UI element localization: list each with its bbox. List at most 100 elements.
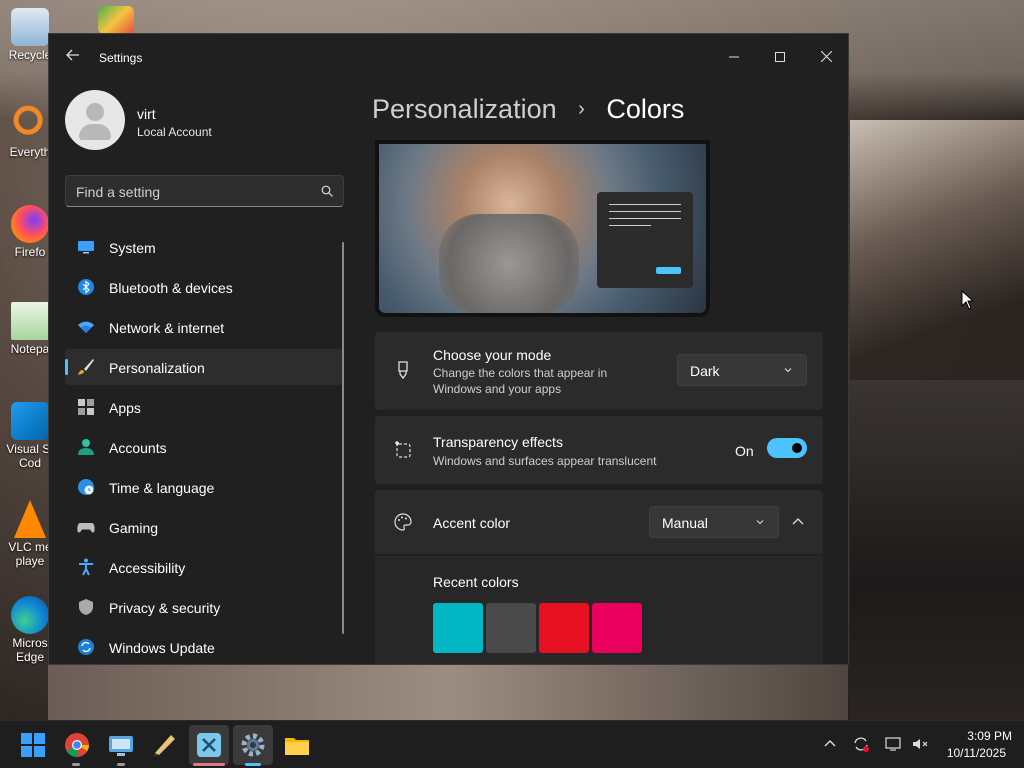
sidebar-item-label: Windows Update: [109, 640, 215, 656]
windows-start-icon[interactable]: [19, 731, 47, 759]
network-display-icon[interactable]: [884, 735, 902, 753]
accent-title: Accent color: [433, 515, 511, 531]
taskbar: 3:09 PM 10/11/2025: [0, 720, 1024, 768]
sidebar-item-label: Time & language: [109, 480, 215, 496]
back-button[interactable]: [63, 48, 83, 68]
apps-icon: [78, 399, 94, 415]
search-input[interactable]: [76, 182, 316, 202]
theme-preview: [375, 140, 710, 317]
sidebar-item-system[interactable]: System: [65, 229, 343, 265]
page-title: Colors: [606, 94, 685, 124]
close-button[interactable]: [803, 42, 848, 72]
desktop-icon-label: Everyth: [9, 145, 51, 159]
account-type: Local Account: [137, 125, 212, 139]
sidebar-item-accounts[interactable]: Accounts: [65, 429, 343, 465]
sidebar-item-label: Network & internet: [109, 320, 225, 336]
transparency-state-label: On: [735, 443, 754, 459]
volume-muted-icon[interactable]: [911, 735, 929, 753]
choose-mode-card: Choose your mode Change the colors that …: [375, 332, 823, 410]
mode-title: Choose your mode: [433, 347, 552, 363]
sidebar-item-label: Apps: [109, 400, 141, 416]
sidebar-item-apps[interactable]: Apps: [65, 389, 343, 425]
user-name: virt: [137, 106, 156, 122]
sidebar-item-label: Accessibility: [109, 560, 186, 576]
sidebar-item-label: Privacy & security: [109, 600, 221, 616]
clock-time[interactable]: 3:09 PM: [942, 729, 1012, 743]
mode-dropdown[interactable]: Dark: [677, 354, 807, 386]
edge-icon: [11, 596, 49, 634]
close-icon: [820, 50, 832, 63]
desktop-icon-label: Recycle: [8, 48, 52, 62]
transparency-toggle[interactable]: [767, 438, 807, 458]
app-icon[interactable]: [151, 731, 179, 759]
mode-dropdown-value: Dark: [690, 363, 720, 379]
update-icon: [78, 639, 94, 655]
sidebar-item-time-language[interactable]: Time & language: [65, 469, 343, 505]
bluetooth-icon: [78, 279, 94, 295]
sidebar-item-accessibility[interactable]: Accessibility: [65, 549, 343, 585]
minimize-button[interactable]: [711, 42, 757, 72]
x-tool-icon[interactable]: [195, 731, 223, 759]
recent-colors-title: Recent colors: [433, 574, 519, 590]
monitor-icon: [78, 241, 94, 254]
transparency-icon: [395, 441, 411, 458]
recent-color-swatch[interactable]: [486, 603, 536, 653]
accent-dropdown-value: Manual: [662, 515, 708, 531]
sidebar-item-label: Bluetooth & devices: [109, 280, 233, 296]
recent-color-swatch[interactable]: [433, 603, 483, 653]
sidebar-item-gaming[interactable]: Gaming: [65, 509, 343, 545]
avatar: [65, 90, 125, 150]
sidebar-item-label: System: [109, 240, 156, 256]
preview-wallpaper-detail: [439, 214, 579, 313]
accessibility-icon: [79, 558, 93, 576]
back-arrow-icon: [66, 49, 79, 61]
minimize-icon: [729, 56, 739, 58]
chrome-icon[interactable]: [63, 731, 91, 759]
person-icon: [78, 439, 94, 455]
remote-desktop-icon[interactable]: [107, 731, 135, 759]
breadcrumb-parent[interactable]: Personalization: [372, 94, 557, 124]
maximize-icon: [775, 52, 785, 62]
sidebar-item-personalization[interactable]: Personalization: [65, 349, 343, 385]
accent-dropdown[interactable]: Manual: [649, 506, 779, 538]
sidebar-item-network[interactable]: Network & internet: [65, 309, 343, 345]
sidebar-scrollbar[interactable]: [342, 242, 344, 634]
sidebar-item-windows-update[interactable]: Windows Update: [65, 629, 343, 664]
recent-color-swatch[interactable]: [592, 603, 642, 653]
file-explorer-icon[interactable]: [283, 731, 311, 759]
sidebar-item-label: Accounts: [109, 440, 167, 456]
search-box[interactable]: [65, 175, 344, 207]
running-indicator: [193, 763, 225, 766]
mouse-cursor-icon: [961, 290, 973, 310]
running-indicator: [117, 763, 125, 766]
desktop-icon-label: Notepa: [10, 342, 50, 356]
books-icon: [98, 6, 134, 34]
brush-icon: [78, 359, 94, 375]
sidebar-item-privacy[interactable]: Privacy & security: [65, 589, 343, 625]
breadcrumb-separator: ›: [578, 98, 585, 120]
transparency-description: Windows and surfaces appear translucent: [433, 454, 657, 468]
chevron-up-icon[interactable]: [791, 516, 805, 528]
maximize-button[interactable]: [757, 42, 803, 72]
gamepad-icon: [77, 523, 95, 533]
globe-clock-icon: [78, 479, 94, 495]
transparency-title: Transparency effects: [433, 434, 563, 450]
running-indicator: [72, 763, 80, 766]
search-icon: [321, 185, 333, 197]
sidebar-item-bluetooth[interactable]: Bluetooth & devices: [65, 269, 343, 305]
shield-icon: [79, 599, 93, 615]
vscode-icon: [11, 402, 49, 440]
accent-color-card: Accent color Manual: [375, 490, 823, 554]
vlc-icon: [14, 500, 46, 538]
preview-accent-button: [656, 267, 681, 274]
chevron-down-icon: [756, 520, 764, 525]
chevron-up-icon[interactable]: [821, 735, 839, 753]
wallpaper-region: [850, 120, 1024, 380]
sidebar-item-label: Personalization: [109, 360, 205, 376]
clock-date[interactable]: 10/11/2025: [930, 746, 1006, 760]
desktop-icon-books[interactable]: [96, 6, 136, 36]
sync-icon[interactable]: [852, 735, 870, 753]
title-bar: Settings: [49, 34, 848, 80]
settings-gear-icon[interactable]: [239, 731, 267, 759]
recent-color-swatch[interactable]: [539, 603, 589, 653]
